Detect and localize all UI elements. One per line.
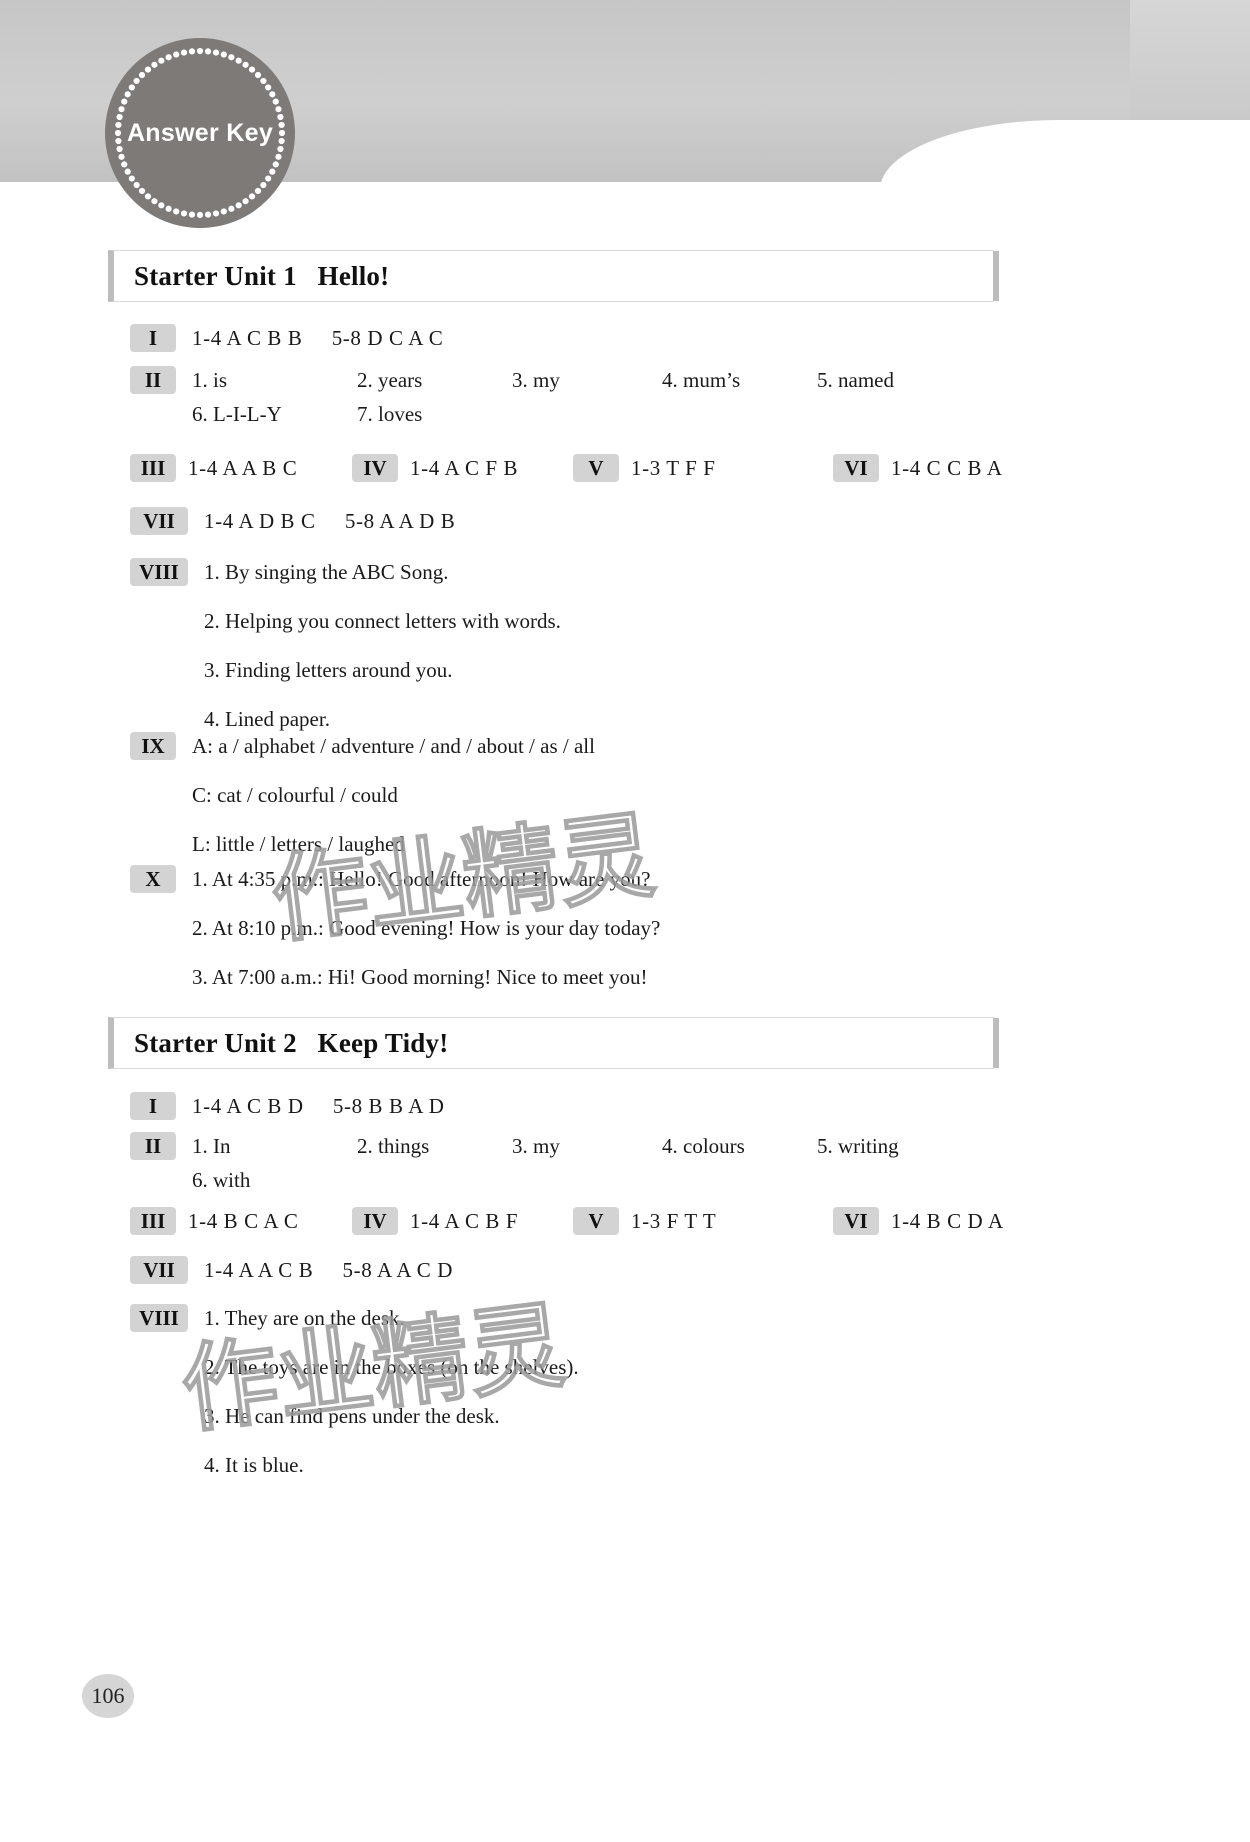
answer-inline-row: III 1-4 A A B C IV 1-4 A C F B V 1-3 T F F VI 1… bbox=[130, 454, 1030, 486]
answer-line: 1. By singing the ABC Song. bbox=[204, 560, 449, 584]
answer-row: II 1. is 2. years 3. my 4. mum’s 5. named 6. L… bbox=[130, 366, 1012, 430]
answer-cell: 2. things bbox=[357, 1134, 430, 1158]
answer-text: 1-4 A A B C bbox=[188, 456, 298, 480]
answer-inline-cell: V 1-3 F T T bbox=[573, 1207, 716, 1235]
answer-key-label: Answer Key bbox=[126, 118, 274, 147]
section-numeral-badge: V bbox=[573, 1207, 619, 1235]
answer-grid: 1. is 2. years 3. my 4. mum’s 5. named 6. L-I… bbox=[192, 366, 1012, 430]
answer-row: VIII 1. By singing the ABC Song. 2. Helpin… bbox=[130, 558, 561, 733]
answer-inline-cell: III 1-4 A A B C bbox=[130, 454, 297, 482]
answer-line: 3. Finding letters around you. bbox=[204, 658, 453, 682]
page-number-badge: 106 bbox=[82, 1674, 134, 1718]
answer-cell: 7. loves bbox=[357, 402, 423, 426]
unit-title: Starter Unit 2 Keep Tidy! bbox=[134, 1027, 449, 1058]
answer-line: C: cat / colourful / could bbox=[192, 783, 398, 807]
section-numeral-badge: I bbox=[130, 1092, 176, 1120]
answer-line: A: a / alphabet / adventure / and / abou… bbox=[192, 734, 595, 758]
answer-inline-cell: VI 1-4 B C D A bbox=[833, 1207, 1004, 1235]
section-numeral-badge: X bbox=[130, 865, 176, 893]
page-content: Starter Unit 1 Hello! I 1-4 A C B B 5-8 D … bbox=[0, 182, 1250, 1842]
answer-line-list: A: a / alphabet / adventure / and / abou… bbox=[192, 732, 595, 858]
answer-row: II 1. In 2. things 3. my 4. colours 5. writin… bbox=[130, 1132, 1012, 1196]
answer-grid-line: 1. is 2. years 3. my 4. mum’s 5. named bbox=[192, 366, 1012, 396]
answer-inline-cell: VI 1-4 C C B A bbox=[833, 454, 1003, 482]
section-numeral-badge: VI bbox=[833, 1207, 879, 1235]
answer-grid-line: 6. with bbox=[192, 1166, 1012, 1196]
answer-cell: 3. my bbox=[512, 1134, 560, 1158]
answer-inline-cell: IV 1-4 A C F B bbox=[352, 454, 518, 482]
section-numeral-badge: VI bbox=[833, 454, 879, 482]
answer-row: VII 1-4 A A C B 5-8 A A C D bbox=[130, 1256, 453, 1284]
answer-row: I 1-4 A C B B 5-8 D C A C bbox=[130, 324, 443, 352]
answer-line-list: 1. At 4:35 p.m.: Hello! Good afternoon! … bbox=[192, 865, 660, 991]
answer-line-list: 1. By singing the ABC Song. 2. Helping yo… bbox=[204, 558, 561, 733]
section-numeral-badge: VIII bbox=[130, 558, 188, 586]
answer-cell: 6. with bbox=[192, 1168, 251, 1192]
unit-title-bar: Starter Unit 2 Keep Tidy! bbox=[108, 1017, 999, 1069]
answer-line: 1. They are on the desk. bbox=[204, 1306, 405, 1330]
answer-line: 3. At 7:00 a.m.: Hi! Good morning! Nice … bbox=[192, 965, 648, 989]
answer-row: I 1-4 A C B D 5-8 B B A D bbox=[130, 1092, 445, 1120]
answer-cell: 6. L-I-L-Y bbox=[192, 402, 282, 426]
answer-grid-line: 6. L-I-L-Y 7. loves bbox=[192, 400, 1012, 430]
section-numeral-badge: VII bbox=[130, 507, 188, 535]
answer-cell: 1. is bbox=[192, 368, 228, 392]
answer-key-badge: Answer Key bbox=[105, 38, 295, 228]
answer-line: 2. Helping you connect letters with word… bbox=[204, 609, 561, 633]
page-number: 106 bbox=[91, 1683, 125, 1708]
section-numeral-badge: II bbox=[130, 366, 176, 394]
answer-cell: 4. colours bbox=[662, 1134, 745, 1158]
section-numeral-badge: III bbox=[130, 454, 176, 482]
answer-cell: 5. named bbox=[817, 368, 894, 392]
answer-line-list: 1. They are on the desk. 2. The toys are … bbox=[204, 1304, 579, 1479]
answer-grid: 1. In 2. things 3. my 4. colours 5. writing 6… bbox=[192, 1132, 1012, 1196]
answer-cell: 1. In bbox=[192, 1134, 231, 1158]
answer-line: 4. Lined paper. bbox=[204, 707, 330, 731]
answer-row: VIII 1. They are on the desk. 2. The toys … bbox=[130, 1304, 579, 1479]
answer-line: 1. At 4:35 p.m.: Hello! Good afternoon! … bbox=[192, 867, 651, 891]
answer-text: 1-4 B C A C bbox=[188, 1209, 299, 1233]
answer-text: 1-4 C C B A bbox=[891, 456, 1003, 480]
section-numeral-badge: IV bbox=[352, 454, 398, 482]
answer-inline-cell: III 1-4 B C A C bbox=[130, 1207, 298, 1235]
answer-text: 1-4 A C F B bbox=[410, 456, 519, 480]
answer-line: 3. He can find pens under the desk. bbox=[204, 1404, 500, 1428]
answer-text: 1-3 F T T bbox=[631, 1209, 717, 1233]
answer-row: VII 1-4 A D B C 5-8 A A D B bbox=[130, 507, 455, 535]
answer-text: 1-4 A A C B 5-8 A A C D bbox=[204, 1258, 454, 1282]
section-numeral-badge: IV bbox=[352, 1207, 398, 1235]
answer-inline-cell: IV 1-4 A C B F bbox=[352, 1207, 518, 1235]
answer-text: 1-3 T F F bbox=[631, 456, 716, 480]
answer-text: 1-4 A C B F bbox=[410, 1209, 519, 1233]
section-numeral-badge: V bbox=[573, 454, 619, 482]
answer-line: 2. The toys are in the boxes (on the she… bbox=[204, 1355, 579, 1379]
answer-text: 1-4 A C B B 5-8 D C A C bbox=[192, 326, 444, 350]
answer-grid-line: 1. In 2. things 3. my 4. colours 5. writing bbox=[192, 1132, 1012, 1162]
section-numeral-badge: II bbox=[130, 1132, 176, 1160]
answer-row: IX A: a / alphabet / adventure / and / ab… bbox=[130, 732, 595, 858]
answer-cell: 3. my bbox=[512, 368, 560, 392]
section-numeral-badge: VII bbox=[130, 1256, 188, 1284]
answer-inline-row: III 1-4 B C A C IV 1-4 A C B F V 1-3 F T T VI 1… bbox=[130, 1207, 1030, 1239]
unit-title: Starter Unit 1 Hello! bbox=[134, 260, 390, 291]
unit-title-bar: Starter Unit 1 Hello! bbox=[108, 250, 999, 302]
answer-text: 1-4 A D B C 5-8 A A D B bbox=[204, 509, 456, 533]
answer-cell: 2. years bbox=[357, 368, 423, 392]
section-numeral-badge: I bbox=[130, 324, 176, 352]
answer-line: 4. It is blue. bbox=[204, 1453, 304, 1477]
answer-text: 1-4 A C B D 5-8 B B A D bbox=[192, 1094, 445, 1118]
section-numeral-badge: III bbox=[130, 1207, 176, 1235]
answer-line: L: little / letters / laughed bbox=[192, 832, 405, 856]
section-numeral-badge: VIII bbox=[130, 1304, 188, 1332]
section-numeral-badge: IX bbox=[130, 732, 176, 760]
answer-row: X 1. At 4:35 p.m.: Hello! Good afternoon!… bbox=[130, 865, 660, 991]
answer-inline-cell: V 1-3 T F F bbox=[573, 454, 716, 482]
answer-cell: 4. mum’s bbox=[662, 368, 741, 392]
answer-line: 2. At 8:10 p.m.: Good evening! How is yo… bbox=[192, 916, 661, 940]
answer-cell: 5. writing bbox=[817, 1134, 899, 1158]
answer-text: 1-4 B C D A bbox=[891, 1209, 1004, 1233]
answer-row: III 1-4 B C A C IV 1-4 A C B F V 1-3 F T T VI 1… bbox=[130, 1207, 1030, 1239]
answer-row: III 1-4 A A B C IV 1-4 A C F B V 1-3 T F F VI 1… bbox=[130, 454, 1030, 486]
